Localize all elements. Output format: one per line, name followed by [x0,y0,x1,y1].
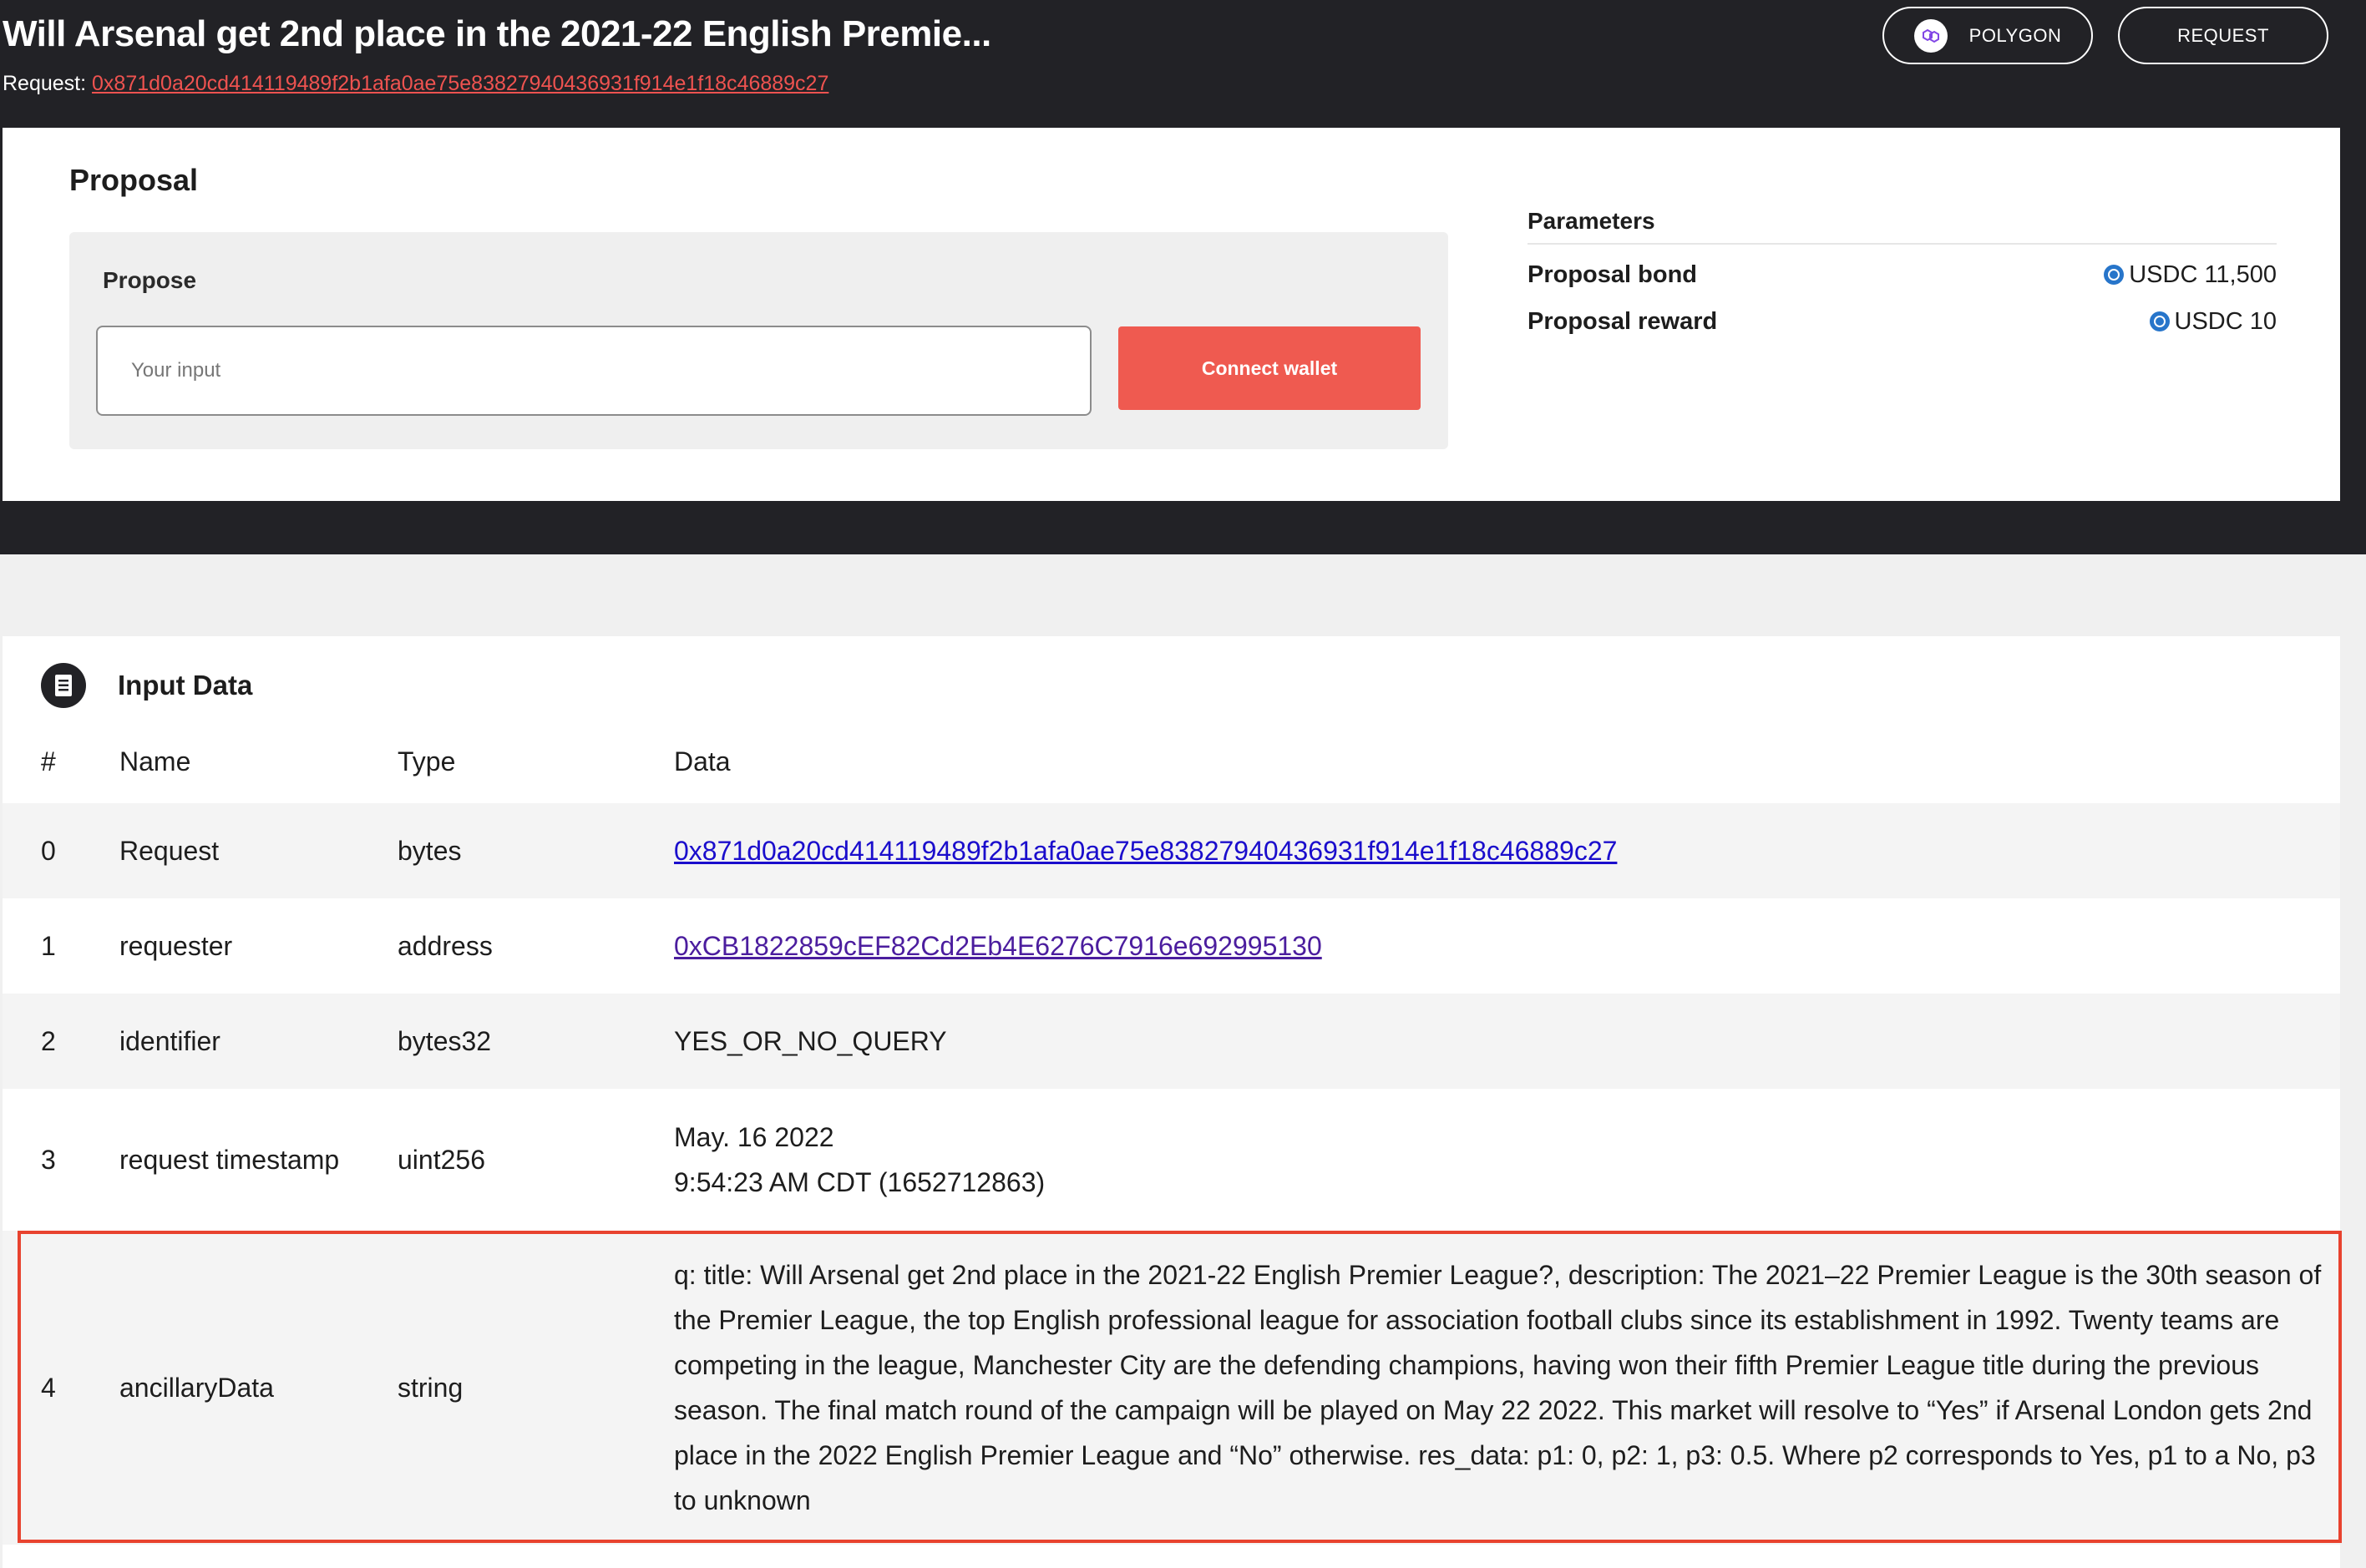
proposal-card: Proposal Propose Connect wallet Paramete… [3,128,2340,501]
table-row: 2 identifier bytes32 YES_OR_NO_QUERY [3,994,2340,1089]
row-name: identifier [119,1025,220,1056]
row-type: bytes32 [398,1025,492,1056]
table-header-row: # Name Type Data [3,720,2340,803]
requester-address-link[interactable]: 0xCB1822859cEF82Cd2Eb4E6276C7916e6929951… [674,931,1322,961]
row-name: requester [119,930,233,961]
propose-box: Propose Connect wallet [69,232,1448,449]
row-data: May. 16 2022 9:54:23 AM CDT (1652712863) [674,1089,2340,1231]
table-row: 4 ancillaryData string q: title: Will Ar… [3,1231,2340,1545]
param-row-bond: Proposal bond USDC 11,500 [1528,251,2277,298]
row-data: YES_OR_NO_QUERY [674,1025,947,1056]
row-index: 0 [41,835,56,866]
table-row: 3 request timestamp uint256 May. 16 2022… [3,1089,2340,1231]
param-value-text: USDC 11,500 [2129,260,2277,288]
param-name: Proposal reward [1528,307,1718,335]
column-header-index: # [41,746,56,776]
row-data: 0xCB1822859cEF82Cd2Eb4E6276C7916e6929951… [674,898,2340,994]
table-row: 0 Request bytes 0x871d0a20cd414119489f2b… [3,803,2340,898]
row-data: 0x871d0a20cd414119489f2b1afa0ae75e838279… [674,803,2340,898]
row-type: address [398,930,493,961]
polygon-logo-icon [1913,18,1948,53]
column-header-name: Name [119,746,191,776]
input-data-header: Input Data [41,663,252,708]
row-index: 4 [41,1372,56,1403]
input-data-title: Input Data [118,670,253,701]
page-header: Will Arsenal get 2nd place in the 2021-2… [0,0,2366,554]
param-name: Proposal bond [1528,260,1697,288]
polygon-network-button[interactable]: POLYGON [1882,7,2093,64]
parameters-panel: Parameters Proposal bond USDC 11,500 Pro… [1528,208,2277,345]
table-row: 1 requester address 0xCB1822859cEF82Cd2E… [3,898,2340,994]
document-icon [41,663,86,708]
row-name: Request [119,835,220,866]
row-type: bytes [398,835,462,866]
request-hash-link[interactable]: 0x871d0a20cd414119489f2b1afa0ae75e838279… [92,72,828,95]
column-header-type: Type [398,746,456,776]
parameters-title: Parameters [1528,208,2277,245]
column-header-data: Data [674,746,731,776]
page-title: Will Arsenal get 2nd place in the 2021-2… [3,13,991,54]
propose-input[interactable] [96,326,1092,416]
propose-label: Propose [103,267,197,293]
ancillary-data-text: q: title: Will Arsenal get 2nd place in … [674,1260,2322,1515]
param-value-text: USDC 10 [2174,307,2277,335]
proposal-title: Proposal [69,163,199,197]
request-label: Request: [3,72,87,95]
row-name: request timestamp [119,1144,340,1175]
request-line: Request: 0x871d0a20cd414119489f2b1afa0ae… [3,72,828,96]
input-data-table: # Name Type Data 0 Request bytes 0x871d0… [3,720,2340,1545]
timestamp-date: May. 16 2022 [674,1122,834,1152]
polygon-button-label: POLYGON [1968,24,2062,46]
param-value: USDC 10 [2149,307,2277,336]
request-button[interactable]: REQUEST [2118,7,2328,64]
row-index: 3 [41,1144,56,1175]
usdc-coin-icon [2149,311,2170,331]
connect-wallet-button[interactable]: Connect wallet [1118,326,1421,410]
input-data-panel: Input Data # Name Type Data 0 Request by… [3,636,2340,1568]
param-row-reward: Proposal reward USDC 10 [1528,298,2277,345]
row-name: ancillaryData [119,1372,274,1403]
row-index: 2 [41,1025,56,1056]
usdc-coin-icon [2104,265,2125,285]
row-type: string [398,1372,464,1403]
request-hash-data-link[interactable]: 0x871d0a20cd414119489f2b1afa0ae75e838279… [674,836,1617,866]
request-button-label: REQUEST [2177,24,2269,46]
row-index: 1 [41,930,56,961]
row-type: uint256 [398,1144,485,1175]
timestamp-time: 9:54:23 AM CDT (1652712863) [674,1167,1046,1197]
param-value: USDC 11,500 [2104,261,2277,289]
